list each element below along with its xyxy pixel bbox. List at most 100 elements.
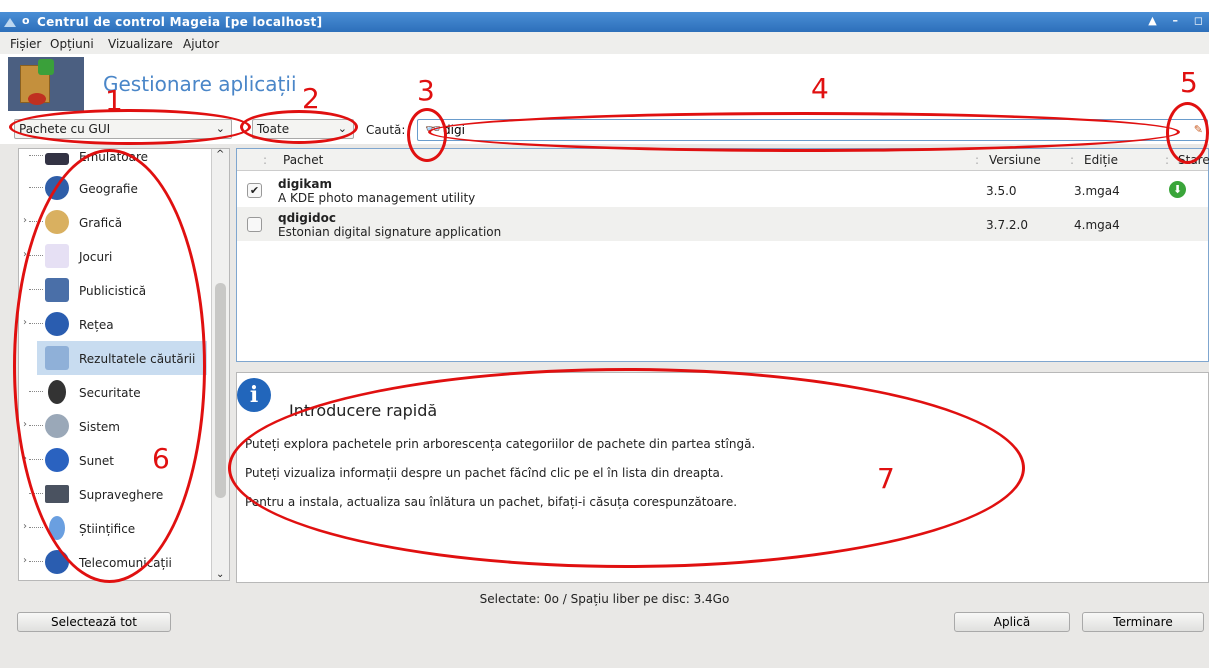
table-row[interactable]: qdigidoc Estonian digital signature appl… bbox=[237, 207, 1208, 241]
category-item[interactable]: Securitate bbox=[19, 375, 209, 409]
category-label: Sistem bbox=[79, 420, 120, 434]
expand-arrow-icon[interactable]: › bbox=[23, 453, 27, 464]
category-label: Grafică bbox=[79, 216, 123, 230]
menu-file[interactable]: Fișier bbox=[10, 37, 41, 51]
monitor-icon bbox=[45, 485, 69, 503]
palette-icon bbox=[45, 210, 69, 234]
phone-globe-icon bbox=[45, 550, 69, 574]
cards-icon bbox=[45, 244, 69, 268]
expand-arrow-icon[interactable]: › bbox=[23, 555, 27, 566]
info-heading: Introducere rapidă bbox=[289, 401, 438, 420]
scroll-down-icon[interactable]: ⌄ bbox=[216, 569, 224, 580]
package-checkbox[interactable] bbox=[247, 217, 262, 232]
table-row[interactable]: ✔ digikam A KDE photo management utility… bbox=[237, 173, 1208, 207]
book-icon bbox=[45, 278, 69, 302]
pin-icon[interactable]: o bbox=[22, 14, 30, 27]
package-checkbox[interactable]: ✔ bbox=[247, 183, 262, 198]
category-label: Supraveghere bbox=[79, 488, 164, 502]
apply-button[interactable]: Aplică bbox=[954, 612, 1070, 632]
window-titlebar[interactable]: o Centrul de control Mageia [pe localhos… bbox=[0, 12, 1209, 32]
category-label: Telecomunicații bbox=[79, 556, 172, 570]
package-version: 3.7.2.0 bbox=[986, 218, 1028, 232]
category-item[interactable]: Supraveghere bbox=[19, 477, 209, 511]
column-state[interactable]: Stare bbox=[1178, 153, 1209, 167]
category-item[interactable]: Publicistică bbox=[19, 273, 209, 307]
expand-arrow-icon[interactable]: › bbox=[23, 521, 27, 532]
column-edition[interactable]: Ediție bbox=[1084, 153, 1118, 167]
network-globe-icon bbox=[45, 312, 69, 336]
category-item[interactable]: Geografie bbox=[19, 171, 209, 205]
package-type-select[interactable]: Pachete cu GUI ⌄ bbox=[14, 119, 232, 139]
column-version[interactable]: Versiune bbox=[989, 153, 1041, 167]
scrollbar-thumb[interactable] bbox=[215, 283, 226, 498]
annotation-number: 6 bbox=[152, 442, 170, 475]
category-tree[interactable]: Emulatoare Geografie › Grafică › Jocuri … bbox=[18, 148, 230, 581]
scroll-up-icon[interactable]: ^ bbox=[216, 149, 224, 160]
search-input[interactable] bbox=[443, 122, 1143, 138]
clear-search-icon[interactable]: ✎ bbox=[1194, 123, 1203, 136]
globe-icon bbox=[45, 176, 69, 200]
expand-arrow-icon[interactable]: › bbox=[23, 215, 27, 226]
tools-icon bbox=[45, 414, 69, 438]
category-label: Publicistică bbox=[79, 284, 147, 298]
package-version: 3.5.0 bbox=[986, 184, 1017, 198]
menu-help[interactable]: Ajutor bbox=[183, 37, 219, 51]
category-item[interactable]: › Sunet bbox=[19, 443, 209, 477]
annotation-number: 2 bbox=[302, 82, 320, 115]
bell-lock-icon bbox=[48, 380, 66, 404]
menu-options[interactable]: Opțiuni bbox=[50, 37, 94, 51]
info-paragraph: Pentru a instala, actualiza sau înlătura… bbox=[245, 495, 738, 509]
package-list-header: : Pachet : Versiune : Ediție : Stare bbox=[237, 149, 1209, 171]
category-item[interactable]: › Rețea bbox=[19, 307, 209, 341]
annotation-number: 5 bbox=[1180, 66, 1198, 99]
category-item-selected[interactable]: Rezultatele căutării bbox=[37, 341, 207, 375]
window-title: Centrul de control Mageia [pe localhost] bbox=[37, 15, 323, 29]
select-all-button[interactable]: Selectează tot bbox=[17, 612, 171, 632]
status-value: Toate bbox=[257, 122, 290, 136]
mageia-app-icon bbox=[4, 18, 16, 27]
category-item[interactable]: › Telecomunicații bbox=[19, 545, 209, 579]
speaker-icon bbox=[45, 448, 69, 472]
category-item[interactable]: › Jocuri bbox=[19, 239, 209, 273]
package-name: digikam bbox=[278, 177, 332, 191]
install-arrow-icon: ⬇ bbox=[1169, 181, 1186, 198]
chevron-down-icon: ⌄ bbox=[215, 122, 225, 135]
package-name: qdigidoc bbox=[278, 211, 336, 225]
status-select[interactable]: Toate ⌄ bbox=[252, 119, 354, 139]
column-package[interactable]: Pachet bbox=[283, 153, 323, 167]
category-label: Securitate bbox=[79, 386, 141, 400]
expand-arrow-icon[interactable]: › bbox=[23, 419, 27, 430]
category-label: Geografie bbox=[79, 182, 138, 196]
category-label: Jocuri bbox=[79, 250, 113, 264]
category-label: Științifice bbox=[79, 522, 136, 536]
status-text: Selectate: 0o / Spațiu liber pe disc: 3.… bbox=[479, 592, 730, 606]
expand-arrow-icon[interactable]: › bbox=[23, 317, 27, 328]
window-controls[interactable]: ▲ – ◻ bbox=[1148, 14, 1209, 27]
package-list[interactable]: : Pachet : Versiune : Ediție : Stare ✔ d… bbox=[236, 148, 1209, 362]
category-label: Rețea bbox=[79, 318, 114, 332]
search-label: Caută: bbox=[366, 123, 406, 137]
page-title: Gestionare aplicații bbox=[103, 72, 297, 96]
top-strip bbox=[0, 0, 1209, 12]
main-window: Fișier Opțiuni Vizualizare Ajutor Gestio… bbox=[0, 32, 1209, 668]
pane-splitter[interactable] bbox=[236, 364, 1209, 370]
package-logo-icon bbox=[8, 57, 84, 111]
category-item[interactable]: Emulatoare bbox=[19, 149, 209, 173]
annotation-number: 1 bbox=[105, 84, 123, 117]
package-edition: 4.mga4 bbox=[1074, 218, 1120, 232]
category-item[interactable]: › Sistem bbox=[19, 409, 209, 443]
package-edition: 3.mga4 bbox=[1074, 184, 1120, 198]
binoculars-icon[interactable]: 👓 bbox=[425, 122, 441, 137]
category-item[interactable]: › Grafică bbox=[19, 205, 209, 239]
annotation-number: 4 bbox=[811, 72, 829, 105]
expand-arrow-icon[interactable]: › bbox=[23, 249, 27, 260]
finish-button[interactable]: Terminare bbox=[1082, 612, 1204, 632]
category-label: Sunet bbox=[79, 454, 114, 468]
sidebar-scrollbar[interactable]: ^ ⌄ bbox=[211, 149, 229, 580]
info-paragraph: Puteți vizualiza informații despre un pa… bbox=[245, 466, 724, 480]
search-field[interactable]: 👓 ✎ bbox=[417, 119, 1208, 141]
category-label: Rezultatele căutării bbox=[79, 352, 196, 366]
category-item[interactable]: › Științifice bbox=[19, 511, 209, 545]
emulator-icon bbox=[45, 153, 69, 165]
menu-view[interactable]: Vizualizare bbox=[108, 37, 173, 51]
